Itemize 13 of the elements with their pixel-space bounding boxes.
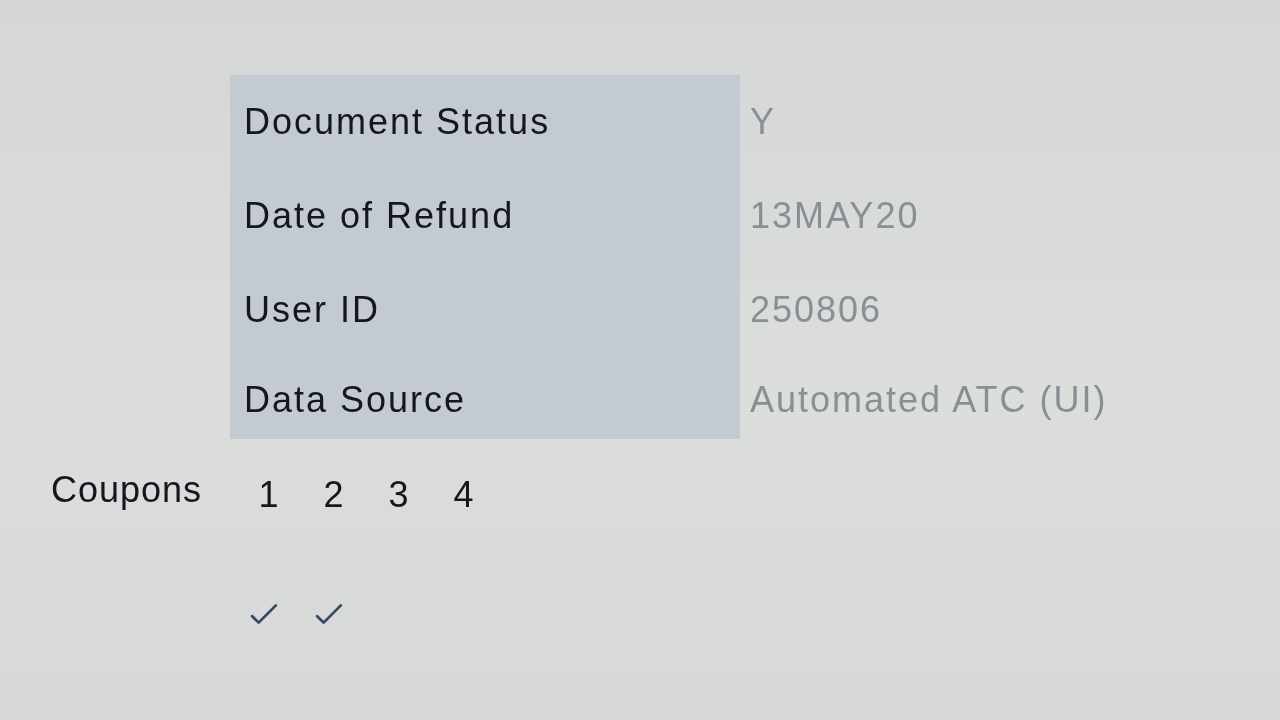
field-value: Y xyxy=(750,101,776,143)
field-label: Date of Refund xyxy=(244,195,515,237)
coupons-label: Coupons xyxy=(50,469,202,511)
coupon-number: 4 xyxy=(453,474,474,516)
coupon-number: 2 xyxy=(323,474,344,516)
field-label: Document Status xyxy=(244,101,551,143)
field-value: 250806 xyxy=(750,289,883,331)
coupon-number: 1 xyxy=(258,474,279,516)
coupon-number: 3 xyxy=(388,474,409,516)
field-label: User ID xyxy=(244,289,380,331)
field-label: Data Source xyxy=(244,379,467,421)
field-value: Automated ATC (UI) xyxy=(750,379,1108,421)
field-value: 13MAY20 xyxy=(750,195,920,237)
